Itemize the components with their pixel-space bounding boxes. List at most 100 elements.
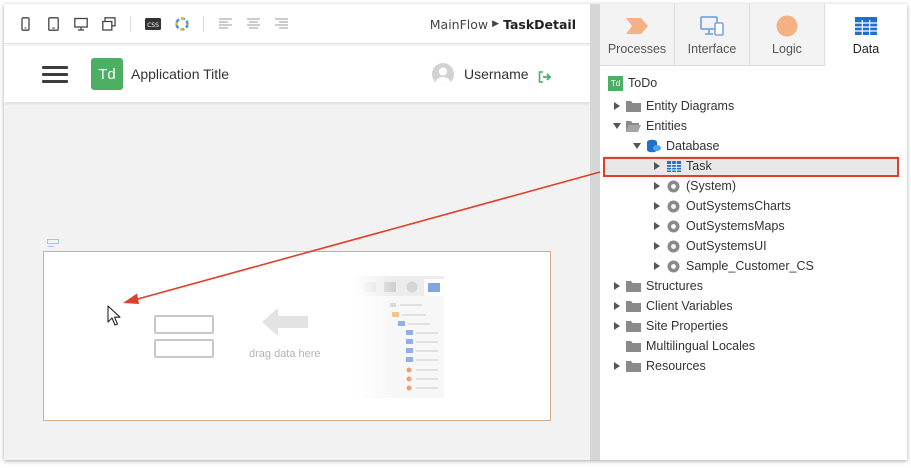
app-title: Application Title	[131, 66, 230, 82]
folder-icon	[626, 300, 641, 313]
data-panel-illustration	[354, 276, 444, 398]
tree-item-label: Client Variables	[646, 299, 733, 313]
reference-module-icon	[666, 240, 681, 253]
align-center-icon[interactable]	[246, 17, 260, 31]
tree-item-label: Site Properties	[646, 319, 728, 333]
module-icon: Td	[608, 75, 623, 91]
breadcrumb-flow[interactable]: MainFlow	[430, 17, 488, 32]
caret-right-icon[interactable]	[652, 201, 662, 211]
toolbar-separator	[130, 15, 131, 32]
container-icon	[47, 234, 59, 247]
folder-open-icon	[626, 120, 641, 133]
window: CSS MainFlow ▶ TaskDetail Td Application…	[4, 4, 907, 460]
svg-text:CSS: CSS	[147, 22, 159, 29]
breadcrumb: MainFlow ▶ TaskDetail	[430, 4, 576, 44]
tree-item-label: Multilingual Locales	[646, 339, 756, 353]
breadcrumb-screen: TaskDetail	[503, 16, 576, 32]
tree-item-structures[interactable]: Structures	[612, 276, 703, 296]
form-field-placeholder	[154, 339, 214, 358]
css-icon[interactable]: CSS	[145, 17, 161, 31]
database-icon	[646, 139, 661, 153]
tree-item-label: OutSystemsCharts	[686, 199, 791, 213]
tree-item-database[interactable]: Database	[632, 136, 720, 156]
tree-item-label: OutSystemsUI	[686, 239, 767, 253]
interface-icon	[700, 14, 724, 38]
tree-item-client-variables[interactable]: Client Variables	[612, 296, 733, 316]
avatar	[432, 63, 454, 85]
tab-logic[interactable]: Logic	[750, 4, 825, 66]
align-right-icon[interactable]	[274, 17, 288, 31]
folder-icon	[626, 360, 641, 373]
reference-module-icon	[666, 220, 681, 233]
caret-right-icon[interactable]	[612, 101, 622, 111]
tree-item-label: OutSystemsMaps	[686, 219, 785, 233]
tree-item-outsystemsui[interactable]: OutSystemsUI	[652, 236, 767, 256]
canvas-pane: CSS MainFlow ▶ TaskDetail Td Application…	[4, 4, 590, 460]
tablet-icon[interactable]	[46, 16, 60, 31]
caret-right-icon[interactable]	[652, 181, 662, 191]
toolbar-separator	[203, 15, 204, 32]
caret-right-icon[interactable]	[652, 241, 662, 251]
tree-item-resources[interactable]: Resources	[612, 356, 706, 376]
tab-label: Data	[852, 42, 880, 56]
app-logo: Td	[91, 58, 123, 90]
tree-item-label: Entity Diagrams	[646, 99, 735, 113]
username[interactable]: Username	[464, 66, 529, 82]
processes-icon	[625, 14, 649, 38]
theme-icon[interactable]	[175, 16, 189, 31]
reference-module-icon	[666, 260, 681, 273]
tab-interface[interactable]: Interface	[675, 4, 750, 66]
pane-splitter[interactable]	[590, 4, 600, 460]
tab-data[interactable]: Data	[825, 4, 907, 66]
caret-right-icon[interactable]	[652, 221, 662, 231]
desktop-icon[interactable]	[74, 17, 88, 31]
selection-highlight	[603, 157, 899, 177]
breadcrumb-separator: ▶	[492, 19, 500, 29]
tree-item-label: Database	[666, 139, 720, 153]
tab-label: Interface	[687, 42, 737, 56]
tree-item-label: Sample_Customer_CS	[686, 259, 814, 273]
phone-icon[interactable]	[18, 16, 32, 31]
window-layout-icon[interactable]	[102, 16, 116, 31]
data-icon	[854, 14, 878, 38]
tab-label: Processes	[607, 42, 667, 56]
caret-right-icon[interactable]	[652, 261, 662, 271]
caret-down-icon[interactable]	[612, 121, 622, 131]
canvas-toolbar: CSS MainFlow ▶ TaskDetail	[4, 4, 590, 44]
tab-label: Logic	[772, 42, 802, 56]
tree-item-label: Entities	[646, 119, 687, 133]
folder-icon	[626, 280, 641, 293]
tree-item-outsystemscharts[interactable]: OutSystemsCharts	[652, 196, 791, 216]
tree-item-sample-customer-cs[interactable]: Sample_Customer_CS	[652, 256, 814, 276]
app-header: Td Application Title Username	[4, 46, 590, 102]
align-left-icon[interactable]	[218, 17, 232, 31]
caret-down-icon[interactable]	[632, 141, 642, 151]
caret-right-icon[interactable]	[612, 301, 622, 311]
caret-right-icon[interactable]	[612, 361, 622, 371]
form-drop-zone[interactable]: drag data here	[43, 251, 551, 421]
logout-icon[interactable]	[538, 68, 552, 83]
drag-data-hint: drag data here	[249, 348, 321, 360]
tree-item-site-properties[interactable]: Site Properties	[612, 316, 728, 336]
left-arrow-icon	[262, 306, 308, 342]
side-panel: Processes Interface Logic Data Td ToDo E…	[600, 4, 907, 460]
logic-icon	[775, 14, 799, 38]
tree-item-label: Structures	[646, 279, 703, 293]
tree-item-system[interactable]: (System)	[652, 176, 736, 196]
tree-item-entity-diagrams[interactable]: Entity Diagrams	[612, 96, 734, 116]
tree-item-outsystemsmaps[interactable]: OutSystemsMaps	[652, 216, 785, 236]
tab-processes[interactable]: Processes	[600, 4, 675, 66]
tree-root[interactable]: Td ToDo	[608, 73, 657, 93]
tree-item-multilingual-locales[interactable]: Multilingual Locales	[626, 336, 755, 356]
caret-right-icon[interactable]	[612, 321, 622, 331]
side-tabs: Processes Interface Logic Data	[600, 4, 907, 66]
caret-right-icon[interactable]	[612, 281, 622, 291]
folder-icon	[626, 320, 641, 333]
reference-module-icon	[666, 200, 681, 213]
tree-item-label: ToDo	[628, 76, 658, 90]
menu-icon[interactable]	[42, 66, 68, 84]
tree-item-entities[interactable]: Entities	[612, 116, 687, 136]
tree-item-label: (System)	[686, 179, 736, 193]
tree-item-label: Resources	[646, 359, 706, 373]
reference-module-icon	[666, 180, 681, 193]
